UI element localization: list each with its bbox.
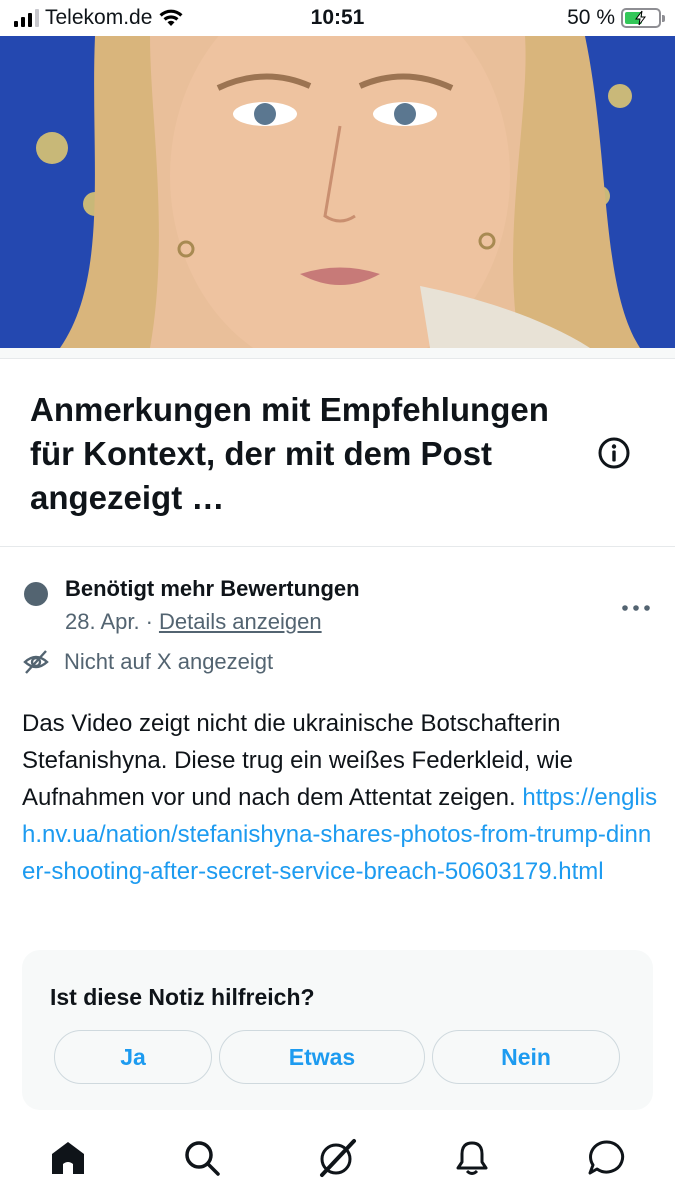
status-dot-icon [24,582,48,606]
battery-percent: 50 % [567,6,615,29]
note-meta: 28. Apr. · Details anzeigen [65,609,322,635]
meta-separator: · [145,609,153,634]
note-date: 28. Apr. [65,609,140,634]
tab-messages[interactable] [585,1136,629,1180]
battery-charging-icon [621,8,665,28]
bottom-tab-bar [0,1118,675,1200]
section-divider [0,546,675,547]
tab-notifications[interactable] [450,1136,494,1180]
portrait-illustration [0,36,675,348]
tab-search[interactable] [180,1136,224,1180]
info-icon[interactable] [597,436,631,470]
search-icon [185,1141,220,1176]
post-image [0,36,675,348]
rate-somewhat-button[interactable]: Etwas [219,1030,425,1084]
home-icon [52,1142,84,1174]
note-status: Benötigt mehr Bewertungen [65,576,360,601]
notifications-icon [456,1141,488,1175]
tab-grok[interactable] [315,1136,359,1180]
eye-off-icon [23,650,49,674]
tab-home[interactable] [46,1136,90,1180]
rating-question: Ist diese Notiz hilfreich? [50,984,315,1010]
details-link[interactable]: Details anzeigen [159,609,322,634]
rate-no-button[interactable]: Nein [432,1030,620,1084]
note-text-block: Das Video zeigt nicht die ukrainische Bo… [22,705,662,890]
image-divider [0,348,675,359]
rate-yes-button[interactable]: Ja [54,1030,212,1084]
messages-icon [588,1140,625,1175]
grok-icon [320,1139,356,1177]
notes-heading: Anmerkungen mit Empfehlungen für Kontext… [30,391,549,516]
note-text: Das Video zeigt nicht die ukrainische Bo… [22,710,573,811]
status-bar: Telekom.de 10:51 50 % [0,0,675,36]
visibility-label: Nicht auf X angezeigt [64,649,274,674]
status-right: 50 % [567,6,665,30]
more-options-icon[interactable] [618,598,654,618]
rating-card: Ist diese Notiz hilfreich? Ja Etwas Nein [22,950,653,1110]
visibility-row: Nicht auf X angezeigt [22,648,273,676]
